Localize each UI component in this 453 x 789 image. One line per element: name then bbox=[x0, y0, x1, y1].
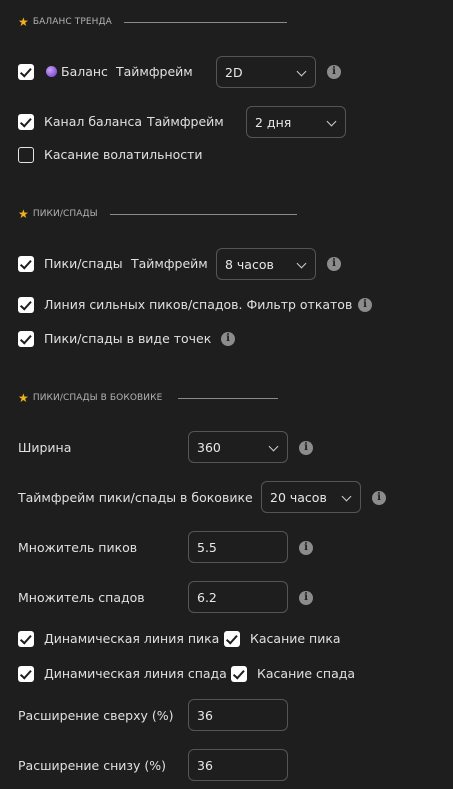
extension-bottom-label: Расширение снизу (%) bbox=[18, 758, 167, 773]
sideways-timeframe-select[interactable]: 20 часов bbox=[261, 481, 361, 513]
purple-circle-icon bbox=[46, 66, 57, 77]
info-icon[interactable]: i bbox=[299, 441, 313, 455]
dynamic-trough-line-label: Динамическая линия спада bbox=[44, 666, 227, 681]
extension-top-label: Расширение сверху (%) bbox=[18, 708, 174, 723]
dots-label: Пики/спады в виде точек bbox=[44, 331, 212, 346]
info-icon[interactable]: i bbox=[372, 491, 386, 505]
chevron-down-icon bbox=[268, 441, 279, 452]
info-icon[interactable]: i bbox=[299, 541, 313, 555]
balance-label: Баланс bbox=[46, 64, 108, 80]
peak-touch-label: Касание пика bbox=[250, 631, 341, 646]
dynamic-peak-line-label: Динамическая линия пика bbox=[44, 631, 220, 646]
chevron-down-icon bbox=[326, 116, 337, 127]
peak-multiplier-input[interactable]: 5.5 bbox=[188, 531, 288, 563]
peak-multiplier-label: Множитель пиков bbox=[18, 540, 138, 555]
info-icon[interactable]: i bbox=[358, 298, 372, 312]
peaks-checkbox[interactable] bbox=[18, 256, 34, 272]
strong-line-checkbox[interactable] bbox=[18, 297, 34, 313]
balance-channel-timeframe-select[interactable]: 2 дня bbox=[246, 106, 346, 138]
width-label: Ширина bbox=[18, 440, 72, 455]
input-value: 36 bbox=[197, 707, 213, 723]
star-icon: ★ bbox=[18, 207, 29, 221]
chevron-down-icon bbox=[296, 66, 307, 77]
sideways-timeframe-label: Таймфрейм пики/спады в боковике bbox=[18, 490, 253, 505]
peak-touch-checkbox[interactable] bbox=[224, 631, 240, 647]
section-header-sideways: ★ ПИКИ/СПАДЫ В БОКОВИКЕ bbox=[18, 390, 162, 406]
section-title: ПИКИ/СПАДЫ В БОКОВИКЕ bbox=[32, 393, 163, 403]
section-header-peaks: ★ ПИКИ/СПАДЫ bbox=[18, 206, 98, 222]
balance-checkbox[interactable] bbox=[18, 64, 34, 80]
info-icon[interactable]: i bbox=[327, 257, 341, 271]
strong-line-label: Линия сильных пиков/спадов. Фильтр откат… bbox=[44, 297, 353, 312]
trough-multiplier-input[interactable]: 6.2 bbox=[188, 581, 288, 613]
dots-checkbox[interactable] bbox=[18, 331, 34, 347]
select-value: 20 часов bbox=[270, 489, 327, 505]
chevron-down-icon bbox=[296, 258, 307, 269]
trough-touch-label: Касание спада bbox=[257, 666, 356, 681]
select-value: 360 bbox=[197, 439, 221, 455]
input-value: 6.2 bbox=[197, 589, 217, 605]
chevron-down-icon bbox=[341, 491, 352, 502]
balance-timeframe-label: Таймфрейм bbox=[116, 64, 193, 79]
peaks-timeframe-select[interactable]: 8 часов bbox=[216, 248, 316, 280]
peaks-timeframe-label: Таймфрейм bbox=[131, 256, 208, 271]
star-icon: ★ bbox=[18, 391, 29, 405]
width-select[interactable]: 360 bbox=[188, 431, 288, 463]
trough-multiplier-label: Множитель спадов bbox=[18, 590, 145, 605]
balance-timeframe-select[interactable]: 2D bbox=[216, 56, 316, 88]
info-icon[interactable]: i bbox=[221, 332, 235, 346]
input-value: 36 bbox=[197, 757, 213, 773]
extension-bottom-input[interactable]: 36 bbox=[188, 749, 288, 781]
extension-top-input[interactable]: 36 bbox=[188, 699, 288, 731]
volatility-touch-label: Касание волатильности bbox=[44, 147, 203, 162]
select-value: 2 дня bbox=[255, 114, 292, 130]
input-value: 5.5 bbox=[197, 539, 217, 555]
info-icon[interactable]: i bbox=[299, 591, 313, 605]
balance-channel-label: Канал баланса bbox=[44, 114, 143, 129]
section-divider bbox=[178, 398, 278, 399]
section-divider bbox=[124, 22, 287, 23]
trough-touch-checkbox[interactable] bbox=[231, 666, 247, 682]
section-header-balance-trend: ★ БАЛАНС ТРЕНДА bbox=[18, 14, 112, 30]
section-title: ПИКИ/СПАДЫ bbox=[32, 209, 98, 219]
section-divider bbox=[110, 214, 297, 215]
peaks-label: Пики/спады bbox=[44, 256, 123, 271]
select-value: 8 часов bbox=[225, 256, 274, 272]
section-title: БАЛАНС ТРЕНДА bbox=[32, 17, 112, 27]
volatility-touch-checkbox[interactable] bbox=[18, 147, 34, 163]
select-value: 2D bbox=[225, 64, 243, 80]
info-icon[interactable]: i bbox=[327, 65, 341, 79]
star-icon: ★ bbox=[18, 15, 29, 29]
dynamic-trough-line-checkbox[interactable] bbox=[18, 666, 34, 682]
balance-channel-checkbox[interactable] bbox=[18, 114, 34, 130]
balance-channel-timeframe-label: Таймфрейм bbox=[147, 114, 224, 129]
dynamic-peak-line-checkbox[interactable] bbox=[18, 631, 34, 647]
